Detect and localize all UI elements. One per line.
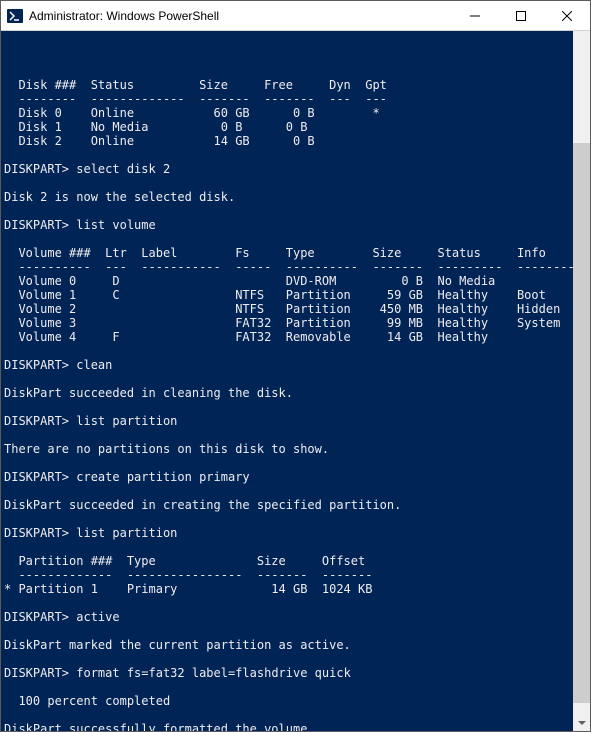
cmd-select: select disk 2 bbox=[69, 162, 170, 176]
close-button[interactable] bbox=[544, 1, 590, 31]
disk-row: Disk 0 Online 60 GB 0 B * bbox=[4, 106, 380, 120]
terminal-content: Disk ### Status Size Free Dyn Gpt ------… bbox=[4, 64, 570, 731]
scrollbar[interactable] bbox=[573, 31, 590, 731]
vol-header: Volume ### Ltr Label Fs Type Size Status… bbox=[4, 246, 546, 260]
cmd-clean: clean bbox=[69, 358, 112, 372]
disk-header: Disk ### Status Size Free Dyn Gpt bbox=[4, 78, 387, 92]
part-divider: ------------- ---------------- ------- -… bbox=[4, 568, 372, 582]
vol-row: Volume 1 C NTFS Partition 59 GB Healthy … bbox=[4, 288, 546, 302]
resp-clean: DiskPart succeeded in cleaning the disk. bbox=[4, 386, 293, 400]
maximize-button[interactable] bbox=[498, 1, 544, 31]
cmd-list-part: list partition bbox=[69, 414, 177, 428]
cmd-list-volume: list volume bbox=[69, 218, 156, 232]
resp-select: Disk 2 is now the selected disk. bbox=[4, 190, 235, 204]
terminal-area[interactable]: Disk ### Status Size Free Dyn Gpt ------… bbox=[1, 31, 590, 731]
prompt: DISKPART> bbox=[4, 358, 69, 372]
cmd-format: format fs=fat32 label=flashdrive quick bbox=[69, 666, 351, 680]
vol-row: Volume 2 NTFS Partition 450 MB Healthy H… bbox=[4, 302, 560, 316]
vol-row: Volume 0 D DVD-ROM 0 B No Media bbox=[4, 274, 495, 288]
resp-create: DiskPart succeeded in creating the speci… bbox=[4, 498, 401, 512]
cmd-create: create partition primary bbox=[69, 470, 250, 484]
cmd-list-part: list partition bbox=[69, 526, 177, 540]
resp-active: DiskPart marked the current partition as… bbox=[4, 638, 351, 652]
resp-format-done: DiskPart successfully formatted the volu… bbox=[4, 722, 315, 731]
resp-list-part: There are no partitions on this disk to … bbox=[4, 442, 329, 456]
cmd-active: active bbox=[69, 610, 120, 624]
disk-row: Disk 1 No Media 0 B 0 B bbox=[4, 120, 307, 134]
window-title: Administrator: Windows PowerShell bbox=[29, 9, 452, 23]
prompt: DISKPART> bbox=[4, 610, 69, 624]
minimize-button[interactable] bbox=[452, 1, 498, 31]
scroll-track[interactable] bbox=[573, 48, 590, 714]
scroll-down-arrow[interactable] bbox=[573, 714, 590, 731]
prompt: DISKPART> bbox=[4, 470, 69, 484]
prompt: DISKPART> bbox=[4, 666, 69, 680]
prompt: DISKPART> bbox=[4, 162, 69, 176]
prompt: DISKPART> bbox=[4, 218, 69, 232]
scroll-thumb[interactable] bbox=[573, 143, 590, 703]
disk-divider: -------- ------------- ------- ------- -… bbox=[4, 92, 387, 106]
powershell-icon bbox=[7, 8, 23, 24]
prompt: DISKPART> bbox=[4, 526, 69, 540]
prompt: DISKPART> bbox=[4, 414, 69, 428]
vol-row: Volume 4 F FAT32 Removable 14 GB Healthy bbox=[4, 330, 488, 344]
disk-row: Disk 2 Online 14 GB 0 B bbox=[4, 134, 315, 148]
vol-divider: ---------- --- ----------- ----- -------… bbox=[4, 260, 575, 274]
part-header: Partition ### Type Size Offset bbox=[4, 554, 365, 568]
resp-format-progress: 100 percent completed bbox=[4, 694, 170, 708]
window-frame: Administrator: Windows PowerShell Disk #… bbox=[0, 0, 591, 732]
part-row: * Partition 1 Primary 14 GB 1024 KB bbox=[4, 582, 372, 596]
window-controls bbox=[452, 1, 590, 31]
titlebar[interactable]: Administrator: Windows PowerShell bbox=[1, 1, 590, 31]
vol-row: Volume 3 FAT32 Partition 99 MB Healthy S… bbox=[4, 316, 560, 330]
